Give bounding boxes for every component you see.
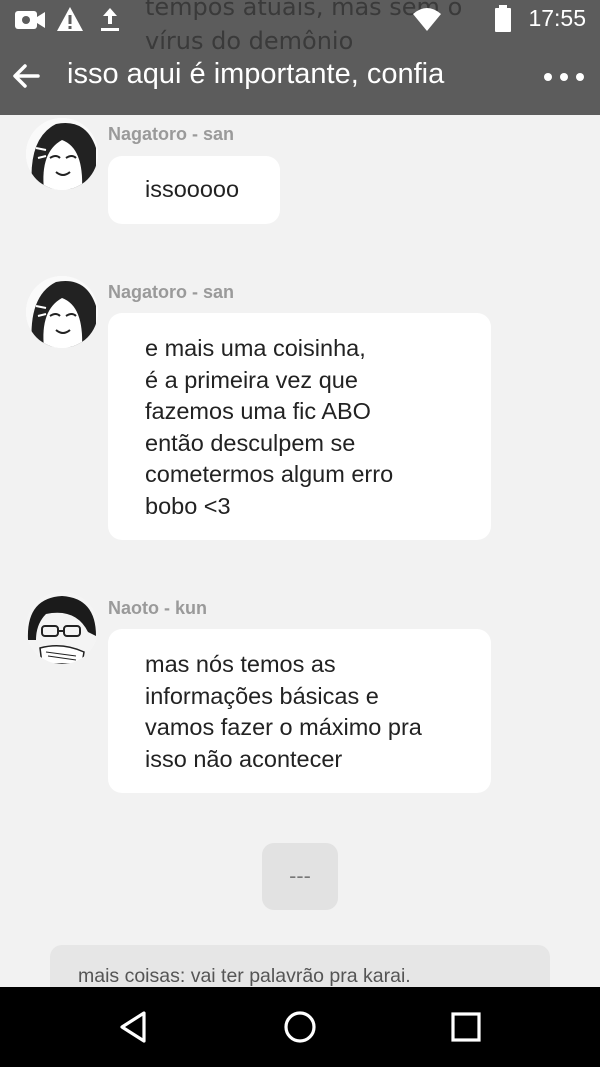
recents-square-icon[interactable] — [446, 1007, 486, 1047]
avatar-image — [26, 118, 98, 190]
message-bubble[interactable]: e mais uma coisinha, é a primeira vez qu… — [108, 313, 491, 540]
message-text: bobo <3 — [145, 492, 231, 519]
avatar[interactable] — [26, 118, 98, 190]
back-triangle-icon[interactable] — [114, 1007, 154, 1047]
preview-message-text: mais coisas: vai ter palavrão pra karai. — [78, 965, 411, 987]
chat-title: isso aqui é importante, confia — [67, 58, 445, 90]
clock: 17:55 — [528, 5, 586, 31]
app-bar: isso aqui é importante, confia — [0, 40, 600, 115]
sender-name: Naoto - kun — [108, 598, 207, 618]
battery-icon — [495, 5, 511, 32]
avatar-image — [26, 276, 98, 348]
avatar[interactable] — [26, 592, 98, 664]
message-bubble[interactable]: issooooo — [108, 156, 280, 224]
arrow-back-icon[interactable] — [6, 56, 46, 96]
home-circle-icon[interactable] — [280, 1007, 320, 1047]
upload-icon — [101, 8, 119, 31]
typing-indicator: --- — [262, 843, 338, 910]
message-text: issooooo — [145, 176, 240, 202]
warning-icon — [57, 7, 83, 31]
message-text: e mais uma coisinha, — [145, 335, 366, 361]
camera-icon — [15, 11, 45, 29]
message-text: isso não acontecer — [145, 745, 343, 772]
avatar[interactable] — [26, 276, 98, 348]
message-text: é a primeira vez que — [145, 366, 358, 393]
top-bar: tempos atuais, mas sem o vírus do demôni… — [0, 0, 600, 115]
message-text: vamos fazer o máximo pra — [145, 714, 422, 741]
message-text: fazemos uma fic ABO — [145, 398, 371, 425]
wifi-icon — [413, 8, 441, 31]
avatar-image — [26, 592, 98, 664]
status-bar: 17:55 — [0, 0, 600, 40]
sender-name: Nagatoro - san — [108, 124, 235, 144]
navigation-bar — [0, 987, 600, 1067]
message-text: então desculpem se — [145, 429, 356, 456]
more-horizontal-icon[interactable] — [540, 60, 590, 94]
message-text: cometermos algum erro — [145, 461, 394, 488]
sender-name: Nagatoro - san — [108, 282, 235, 302]
message-text: mas nós temos as — [145, 651, 336, 677]
message-bubble[interactable]: mas nós temos as informações básicas e v… — [108, 629, 491, 793]
message-text: informações básicas e — [145, 682, 379, 709]
